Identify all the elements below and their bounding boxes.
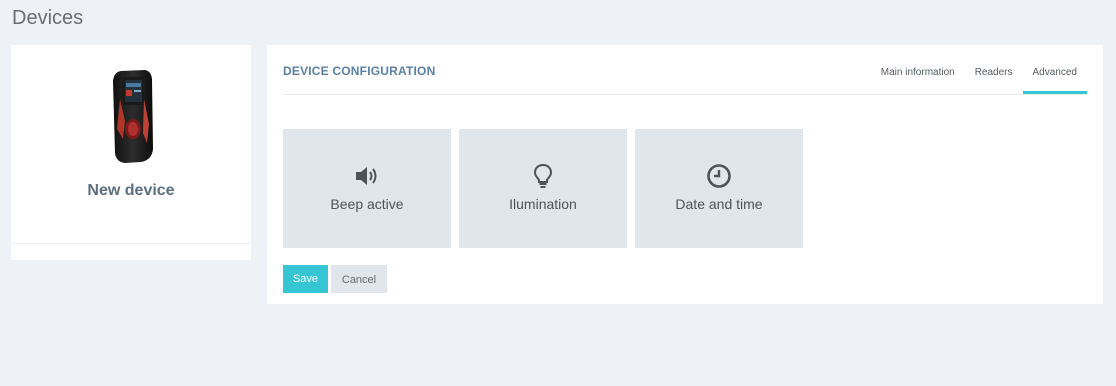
device-image <box>113 70 153 163</box>
ilumination-tile[interactable]: Ilumination <box>459 129 627 248</box>
clock-icon <box>707 164 731 188</box>
tab-main-information[interactable]: Main information <box>871 58 965 94</box>
device-summary-card: New device <box>11 45 251 260</box>
tab-advanced[interactable]: Advanced <box>1022 58 1087 94</box>
cancel-button[interactable]: Cancel <box>331 265 387 293</box>
form-actions: Save Cancel <box>283 265 387 293</box>
card-divider <box>11 243 251 244</box>
device-configuration-panel: DEVICE CONFIGURATION Main information Re… <box>267 45 1103 304</box>
header-divider <box>283 94 1087 95</box>
save-button[interactable]: Save <box>283 265 328 293</box>
config-tabs: Main information Readers Advanced <box>871 58 1087 94</box>
beep-active-label: Beep active <box>330 196 404 212</box>
date-and-time-tile[interactable]: Date and time <box>635 129 803 248</box>
beep-active-tile[interactable]: Beep active <box>283 129 451 248</box>
speaker-icon <box>356 167 377 185</box>
lightbulb-icon <box>533 163 553 188</box>
ilumination-label: Ilumination <box>509 196 577 212</box>
date-and-time-label: Date and time <box>675 196 763 212</box>
option-tiles: Beep active Ilumination Date and time <box>283 129 803 248</box>
tab-readers[interactable]: Readers <box>965 58 1023 94</box>
page-title: Devices <box>12 7 84 29</box>
device-name: New device <box>87 182 175 199</box>
panel-title: DEVICE CONFIGURATION <box>283 64 436 78</box>
